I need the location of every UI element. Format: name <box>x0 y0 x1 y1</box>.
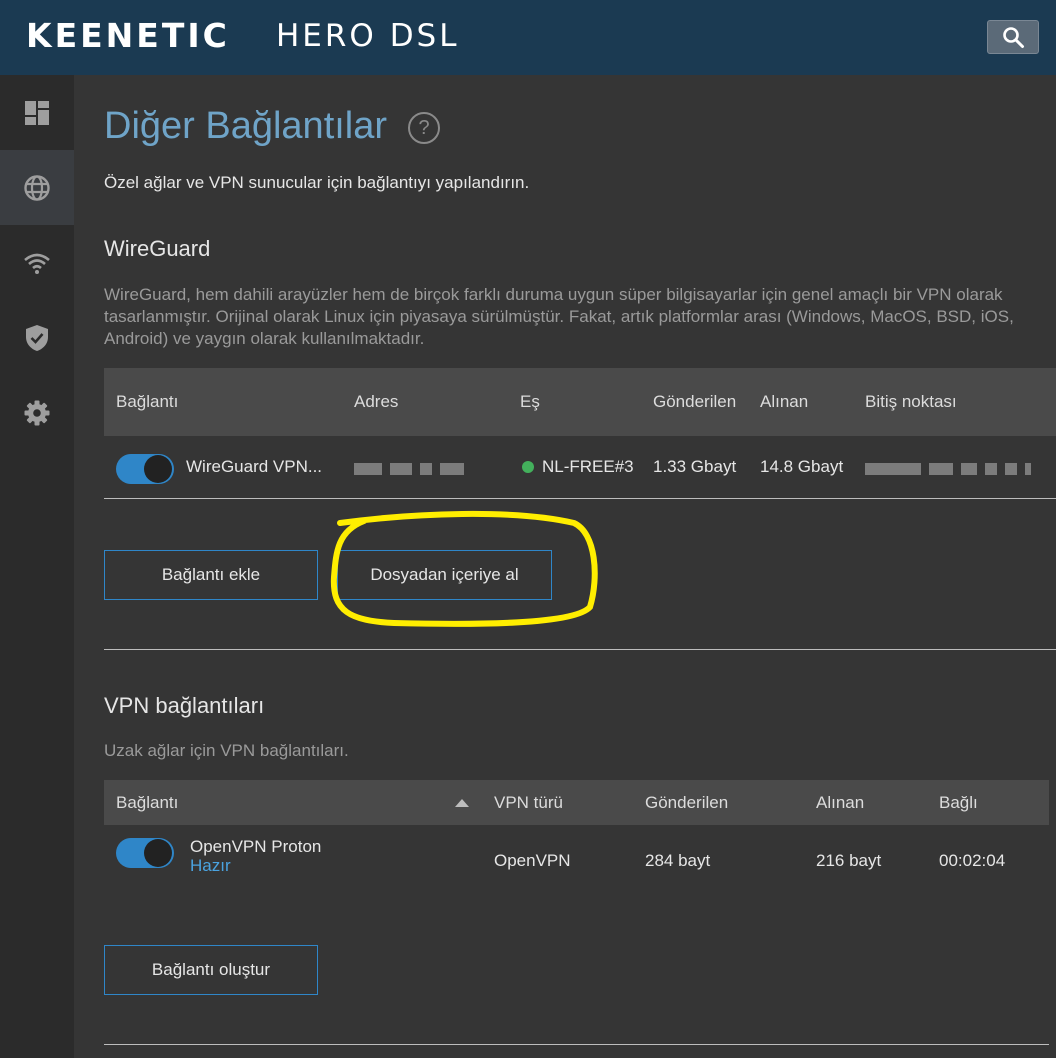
connection-name[interactable]: OpenVPN Proton <box>190 837 321 857</box>
connection-status[interactable]: Hazır <box>190 856 231 876</box>
shield-icon <box>26 324 48 351</box>
vpn-type: OpenVPN <box>494 851 571 870</box>
column-header[interactable]: Gönderilen <box>653 368 736 436</box>
dashboard-icon <box>25 100 49 125</box>
wifi-icon <box>24 253 50 274</box>
column-header[interactable]: Bağlantı <box>116 780 178 825</box>
sidebar-item-internet[interactable] <box>0 150 74 225</box>
endpoint-redacted <box>865 463 1039 475</box>
status-dot-icon <box>522 461 534 473</box>
top-bar: KEENETIC HERO DSL <box>0 0 1056 75</box>
gear-icon <box>24 400 50 425</box>
toggle-knob <box>144 455 172 483</box>
search-button[interactable] <box>987 20 1039 54</box>
page-title: Diğer Bağlantılar <box>104 105 388 147</box>
help-icon[interactable]: ? <box>408 112 440 144</box>
table-row[interactable]: OpenVPN Proton Hazır OpenVPN 284 bayt 21… <box>104 825 1056 895</box>
column-header[interactable]: Alınan <box>816 780 864 825</box>
search-icon <box>1003 27 1024 48</box>
sidebar-item-wifi[interactable] <box>0 225 74 300</box>
add-connection-button[interactable]: Bağlantı ekle <box>104 550 318 600</box>
column-header[interactable]: Adres <box>354 368 398 436</box>
column-header[interactable]: Gönderilen <box>645 780 728 825</box>
received-value: 216 bayt <box>816 851 882 870</box>
connection-name[interactable]: WireGuard VPN... <box>186 457 322 477</box>
uptime-value: 00:02:04 <box>939 851 1006 870</box>
column-header[interactable]: Eş <box>520 368 540 436</box>
vpn-title: VPN bağlantıları <box>104 693 265 718</box>
vpn-table-header: Bağlantı VPN türü Gönderilen Alınan Bağl… <box>104 780 1049 825</box>
section-divider <box>104 649 1056 650</box>
wireguard-toggle[interactable] <box>116 454 174 484</box>
sent-value: 284 bayt <box>645 851 711 870</box>
received-value: 14.8 Gbayt <box>760 457 844 476</box>
vpn-description: Uzak ağlar için VPN bağlantıları. <box>104 741 349 760</box>
sent-value: 1.33 Gbayt <box>653 457 737 476</box>
main-content: Diğer Bağlantılar ? Özel ağlar ve VPN su… <box>74 75 1056 1058</box>
brand-logo: KEENETIC <box>26 16 230 55</box>
divider <box>104 498 1056 499</box>
address-redacted <box>354 463 472 475</box>
globe-icon <box>24 174 50 201</box>
section-divider <box>104 1044 1049 1045</box>
model-name: HERO DSL <box>276 18 460 54</box>
create-connection-button[interactable]: Bağlantı oluştur <box>104 945 318 995</box>
wireguard-description: WireGuard, hem dahili arayüzler hem de b… <box>104 285 1014 348</box>
sidebar-item-settings[interactable] <box>0 375 74 450</box>
peer-cell: NL-FREE#3 <box>522 457 634 477</box>
openvpn-toggle[interactable] <box>116 838 174 868</box>
sidebar-item-dashboard[interactable] <box>0 75 74 150</box>
table-row[interactable]: WireGuard VPN... NL-FREE#3 1.33 Gbayt 14… <box>104 436 1056 498</box>
wireguard-title: WireGuard <box>104 236 211 261</box>
peer-name: NL-FREE#3 <box>542 457 634 476</box>
page-subtitle: Özel ağlar ve VPN sunucular için bağlant… <box>104 173 530 192</box>
column-header[interactable]: Alınan <box>760 368 808 436</box>
column-header[interactable]: Bağlantı <box>116 368 178 436</box>
toggle-knob <box>144 839 172 867</box>
column-header[interactable]: Bitiş noktası <box>865 368 957 436</box>
sidebar-item-security[interactable] <box>0 300 74 375</box>
column-header[interactable]: Bağlı <box>939 780 978 825</box>
wireguard-table-header: Bağlantı Adres Eş Gönderilen Alınan Biti… <box>104 368 1056 436</box>
sort-asc-icon[interactable] <box>454 780 470 825</box>
sidebar <box>0 75 74 1058</box>
import-from-file-button[interactable]: Dosyadan içeriye al <box>337 550 552 600</box>
column-header[interactable]: VPN türü <box>494 780 563 825</box>
